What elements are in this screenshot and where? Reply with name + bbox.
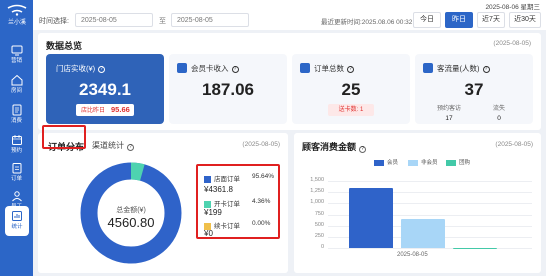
receipt-icon — [12, 104, 21, 116]
y-tick-label: 1,000 — [310, 199, 324, 206]
consumption-bar-chart: 1,500 1,250 1,000 750 500 250 0 2025-08-05 — [294, 133, 541, 273]
y-tick-label: 1,500 — [310, 177, 324, 183]
range-today-button[interactable]: 今日 — [413, 12, 441, 28]
app-logo[interactable]: 兰小溪 — [2, 4, 32, 32]
kpi-label: 客流量(人数)? — [437, 63, 490, 74]
date-filter-label: 时间选择: — [39, 18, 69, 25]
sub-stat-booked: 预约客访 17 — [436, 106, 461, 122]
kpi-value: 187.06 — [202, 80, 254, 99]
bar-0[interactable] — [349, 188, 393, 248]
stats-icon — [12, 211, 22, 221]
legend-opencard-amount: ¥199 — [204, 208, 222, 217]
monitor-icon — [11, 45, 22, 56]
end-date-value: 2025-08-05 — [177, 17, 213, 24]
sidebar-item-rooms[interactable]: 房间 — [0, 70, 33, 100]
y-tick-label: 1,250 — [310, 188, 324, 195]
range-7days-button[interactable]: 近7天 — [477, 12, 505, 28]
order-count-icon — [300, 63, 310, 73]
current-date: 2025-08-06 星期三 — [485, 4, 540, 11]
help-icon[interactable]: ? — [231, 65, 239, 73]
grid-line — [328, 181, 532, 182]
kpi-order-count: 订单总数? 25 送卡数: 1 — [292, 54, 410, 124]
kpi-label: 订单总数? — [314, 63, 354, 74]
y-tick-label: 250 — [314, 232, 324, 239]
compare-badge: 店比昨日 95.66 — [76, 104, 134, 116]
sidebar-item-label: 统计 — [11, 224, 23, 230]
kpi-customer-traffic: 客流量(人数)? 37 预约客访 17 流失 0 — [415, 54, 533, 124]
sub-stat-lost: 流失 0 — [492, 106, 505, 122]
legend-swatch — [204, 175, 211, 183]
help-icon[interactable]: ? — [482, 65, 490, 73]
range-yesterday-button[interactable]: 昨日 — [445, 12, 473, 28]
top-bar: 2025-08-06 星期三 时间选择: 2025-08-05 至 2025-0… — [33, 0, 546, 30]
start-date-value: 2025-08-05 — [81, 17, 117, 24]
order-icon — [12, 163, 21, 174]
order-distribution-date: (2025-08-05) — [242, 141, 280, 148]
sidebar-item-label: 房间 — [10, 88, 22, 94]
y-tick-label: 0 — [320, 244, 324, 250]
sidebar-item-stats[interactable]: 统计 — [5, 206, 29, 236]
kpi-store-revenue: 门店实收(¥)? 2349.1 店比昨日 95.66 — [46, 54, 164, 124]
home-icon — [11, 74, 22, 86]
calendar-icon — [11, 135, 22, 145]
start-date-input[interactable]: 2025-08-05 — [75, 13, 153, 27]
overview-title: 数据总览 — [46, 41, 83, 51]
logo-text: 兰小溪 — [7, 20, 26, 26]
y-tick-label: 500 — [314, 221, 324, 228]
grid-line — [328, 248, 532, 249]
legend-swatch — [204, 200, 211, 208]
legend-renewcard-amount: ¥0 — [204, 229, 213, 238]
donut-total-label: 总金额(¥) — [116, 207, 146, 214]
kpi-value: 37 — [464, 80, 484, 99]
donut-total-value: 4560.80 — [107, 215, 155, 230]
sidebar-item-consume[interactable]: 消费 — [0, 100, 33, 130]
help-icon[interactable]: ? — [127, 144, 134, 151]
order-distribution-panel: 订单分布 渠道统计? (2025-08-05) 总金额(¥) 4560.80 店… — [38, 125, 288, 273]
card-icon — [177, 63, 187, 73]
legend-store-amount: ¥4361.8 — [204, 185, 233, 194]
sidebar-item-label: 营销 — [10, 58, 22, 64]
staff-icon — [11, 191, 22, 202]
kpi-value: 25 — [341, 80, 361, 99]
sidebar-item-label: 消费 — [10, 118, 22, 124]
kpi-label: 会员卡收入? — [191, 63, 239, 74]
end-date-input[interactable]: 2025-08-05 — [171, 13, 249, 27]
sidebar-item-label: 预约 — [10, 148, 22, 154]
kpi-label: 门店实收(¥)? — [56, 63, 106, 74]
help-icon[interactable]: ? — [98, 65, 106, 73]
tab-channel-stats[interactable]: 渠道统计? — [92, 140, 134, 151]
legend-opencard-order[interactable]: 开卡订单 4.36% — [204, 198, 270, 208]
help-icon[interactable]: ? — [347, 65, 354, 73]
sidebar-item-booking[interactable]: 预约 — [0, 130, 33, 160]
overview-date: (2025-08-05) — [493, 40, 531, 47]
sidebar-item-orders[interactable]: 订单 — [0, 158, 33, 188]
sidebar-item-label: 订单 — [10, 176, 22, 182]
x-tick-label: 2025-08-05 — [397, 252, 428, 258]
legend-store-order[interactable]: 店面订单 95.64% — [204, 173, 274, 183]
highlight-box-title — [42, 125, 86, 149]
sidebar-item-marketing[interactable]: 营销 — [0, 40, 33, 70]
people-icon — [423, 63, 433, 73]
logo-icon — [7, 4, 27, 16]
bar-1[interactable] — [401, 218, 445, 248]
y-tick-label: 750 — [314, 210, 324, 217]
kpi-membership-income: 会员卡收入? 187.06 — [169, 54, 287, 124]
logo-mark — [2, 4, 32, 19]
bar-2[interactable] — [453, 248, 497, 249]
consumption-panel: 顾客消费金额? (2025-08-05) 会员 非会员 团购 1,500 1,25… — [294, 133, 541, 273]
range-30days-button[interactable]: 近30天 — [509, 12, 541, 28]
last-update-time: 最近更新时间:2025.08.06 00:32 — [321, 19, 413, 26]
date-separator: 至 — [159, 18, 166, 25]
card-sent-badge: 送卡数: 1 — [328, 104, 374, 116]
kpi-value: 2349.1 — [79, 80, 131, 99]
sidebar: 兰小溪 营销 房间 消费 预约 订单 员工 统计 — [0, 0, 33, 276]
